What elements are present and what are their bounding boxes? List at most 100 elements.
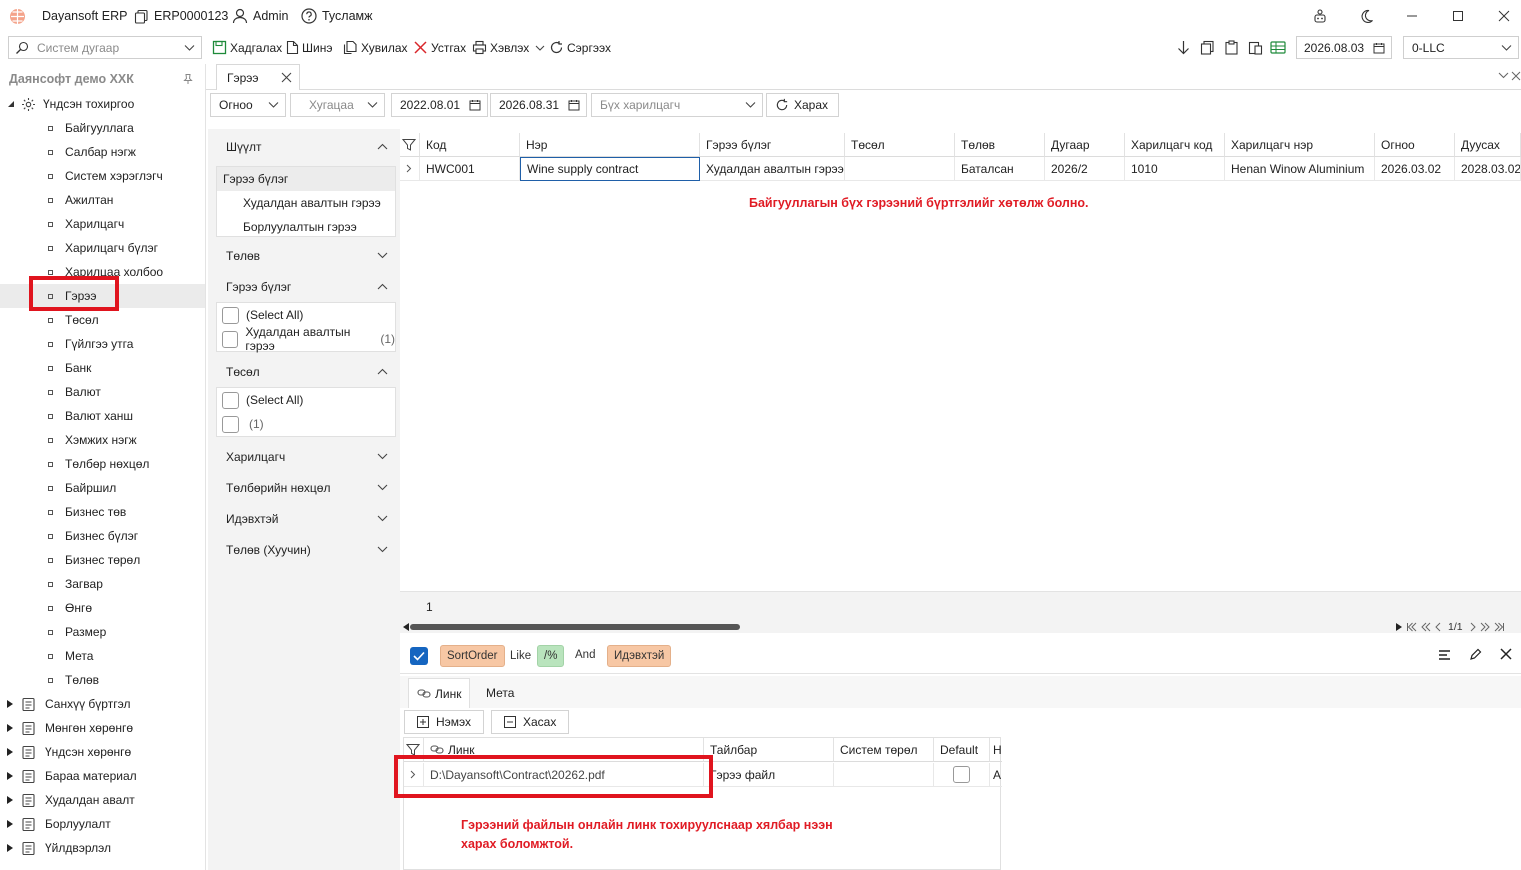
cell-project[interactable] bbox=[845, 157, 955, 181]
payment-terms-filter-header[interactable]: Төлбөрийн нөхцөл bbox=[216, 474, 396, 502]
copy-button[interactable]: Хувилах bbox=[343, 34, 408, 61]
sidebar-item[interactable]: Салбар нэгж bbox=[0, 140, 205, 164]
filter-conjunction[interactable]: And bbox=[569, 644, 601, 666]
sidebar-item[interactable]: Ажилтан bbox=[0, 188, 205, 212]
column-header-partner-name[interactable]: Харилцагч нэр bbox=[1225, 133, 1375, 157]
old-status-filter-header[interactable]: Төлөв (Хуучин) bbox=[216, 536, 396, 564]
cell-end-date[interactable]: 2028.03.02 bbox=[1455, 157, 1521, 181]
sidebar-module[interactable]: Санхүү бүртгэл bbox=[7, 692, 130, 716]
system-number-search[interactable]: Систем дугаар bbox=[8, 36, 202, 59]
column-header-number[interactable]: Дугаар bbox=[1045, 133, 1125, 157]
column-header-name[interactable]: Нэр bbox=[520, 133, 700, 157]
sidebar-item[interactable]: Валют bbox=[0, 380, 205, 404]
expand-row-button[interactable] bbox=[400, 157, 420, 181]
sidebar-module[interactable]: Үндсэн хөрөнгө bbox=[7, 740, 131, 764]
save-button[interactable]: Хадгалах bbox=[212, 34, 282, 61]
copy-docs-button[interactable] bbox=[1200, 34, 1218, 61]
sidebar-item[interactable]: Төлбөр нөхцөл bbox=[0, 452, 205, 476]
column-header-contract-group[interactable]: Гэрээ бүлэг bbox=[700, 133, 845, 157]
remove-link-button[interactable]: Хасах bbox=[491, 710, 569, 734]
contract-group-filter-header[interactable]: Гэрээ бүлэг bbox=[216, 273, 396, 301]
cell-date[interactable]: 2026.03.02 bbox=[1375, 157, 1455, 181]
refresh-button[interactable]: Сэргээх bbox=[549, 34, 611, 61]
tab-meta[interactable]: Мета bbox=[478, 678, 514, 708]
sidebar-item[interactable]: Харилцагч бүлэг bbox=[0, 236, 205, 260]
sidebar-item[interactable]: Төлөв bbox=[0, 668, 205, 692]
sidebar-item[interactable]: Размер bbox=[0, 620, 205, 644]
partner-select[interactable]: Бүх харилцагч bbox=[591, 93, 763, 117]
sidebar-module[interactable]: Худалдан авалт bbox=[7, 788, 135, 812]
sidebar-item[interactable]: Бизнес төв bbox=[0, 500, 205, 524]
close-button[interactable] bbox=[1481, 0, 1521, 32]
project-filter-header[interactable]: Төсөл bbox=[216, 358, 396, 386]
status-filter-header[interactable]: Төлөв bbox=[216, 242, 396, 270]
filter-field-active[interactable]: Идэвхтэй bbox=[607, 645, 672, 667]
sidebar-item[interactable]: Хэмжих нэгж bbox=[0, 428, 205, 452]
link-description-cell[interactable]: Гэрээ файл bbox=[704, 763, 834, 787]
sidebar-item[interactable]: Гүйлгээ утга bbox=[0, 332, 205, 356]
checkbox[interactable] bbox=[222, 330, 239, 348]
date-type-select[interactable]: Огноо bbox=[210, 93, 286, 117]
date-to-picker[interactable]: 2026.08.31 bbox=[490, 93, 587, 117]
active-filter-header[interactable]: Идэвхтэй bbox=[216, 505, 396, 533]
sidebar-item[interactable]: Харилцагч bbox=[0, 212, 205, 236]
horizontal-scrollbar[interactable]: 1/1 bbox=[400, 621, 1521, 633]
new-button[interactable]: Шинэ bbox=[286, 34, 332, 61]
user-menu[interactable]: Admin bbox=[232, 0, 288, 32]
checkbox[interactable] bbox=[222, 391, 239, 409]
help-button[interactable]: Тусламж bbox=[301, 0, 373, 32]
cg-select-all[interactable]: (Select All) bbox=[217, 303, 395, 327]
period-select[interactable]: Хугацаа bbox=[290, 93, 385, 117]
link-col-description[interactable]: Тайлбар bbox=[704, 738, 834, 762]
link-system-type-cell[interactable] bbox=[834, 763, 934, 787]
column-header-end-date[interactable]: Дуусах bbox=[1455, 133, 1521, 157]
sidebar-module[interactable]: Мөнгөн хөрөнгө bbox=[7, 716, 133, 740]
sidebar-item[interactable]: Байгууллага bbox=[0, 116, 205, 140]
excel-button[interactable] bbox=[1270, 34, 1289, 61]
column-header-partner-code[interactable]: Харилцагч код bbox=[1125, 133, 1225, 157]
group-option-purchase[interactable]: Худалдан авалтын гэрээ bbox=[217, 191, 395, 215]
cell-partner-code[interactable]: 1010 bbox=[1125, 157, 1225, 181]
sidebar-module[interactable]: Бараа материал bbox=[7, 764, 137, 788]
default-checkbox[interactable] bbox=[953, 766, 970, 783]
sidebar-item[interactable]: Бизнес бүлэг bbox=[0, 524, 205, 548]
group-option-sales[interactable]: Борлуулалтын гэрээ bbox=[217, 215, 395, 239]
cell-number[interactable]: 2026/2 bbox=[1045, 157, 1125, 181]
sidebar-module[interactable]: Борлуулалт bbox=[7, 812, 111, 836]
sidebar-item[interactable]: Бизнес төрөл bbox=[0, 548, 205, 572]
scrollbar-thumb[interactable] bbox=[410, 624, 740, 630]
tab-link[interactable]: Линк bbox=[408, 678, 470, 708]
cell-partner-name[interactable]: Henan Winow Aluminium bbox=[1225, 157, 1375, 181]
filter-enabled-checkbox[interactable] bbox=[410, 647, 428, 665]
maximize-button[interactable] bbox=[1435, 0, 1481, 32]
company-select[interactable]: 0-LLC bbox=[1403, 36, 1519, 59]
link-col-system-type[interactable]: Систем төрөл bbox=[834, 738, 934, 762]
column-header-status[interactable]: Төлөв bbox=[955, 133, 1045, 157]
sidebar-item[interactable]: Төсөл bbox=[0, 308, 205, 332]
print-button[interactable]: Хэвлэх bbox=[472, 34, 548, 61]
cg-option-purchase[interactable]: Худалдан авалтын гэрээ (1) bbox=[217, 325, 395, 353]
download-button[interactable] bbox=[1176, 34, 1194, 61]
checkbox[interactable] bbox=[222, 306, 239, 324]
view-button[interactable]: Харах bbox=[766, 93, 839, 117]
link-default-cell[interactable] bbox=[934, 763, 990, 787]
sidebar-item[interactable]: Систем хэрэглэгч bbox=[0, 164, 205, 188]
tree-root-basic-settings[interactable]: Үндсэн тохиргоо bbox=[7, 92, 134, 116]
app-code[interactable]: ERP0000123 bbox=[134, 0, 228, 32]
date-from-picker[interactable]: 2022.08.01 bbox=[391, 93, 488, 117]
theme-toggle[interactable] bbox=[1343, 0, 1389, 32]
tab-contract[interactable]: Гэрээ bbox=[216, 64, 300, 90]
cell-name[interactable]: Wine supply contract bbox=[520, 157, 700, 181]
sidebar-item[interactable]: Өнгө bbox=[0, 596, 205, 620]
sidebar-item[interactable]: Байршил bbox=[0, 476, 205, 500]
work-date-picker[interactable]: 2026.08.03 bbox=[1296, 36, 1392, 59]
filter-panel-header[interactable]: Шүүлт bbox=[216, 133, 396, 161]
partner-filter-header[interactable]: Харилцагч bbox=[216, 443, 396, 471]
minimize-button[interactable] bbox=[1389, 0, 1435, 32]
robot-button[interactable] bbox=[1297, 0, 1343, 32]
column-header-date[interactable]: Огноо bbox=[1375, 133, 1455, 157]
clipboard-button[interactable] bbox=[1224, 34, 1242, 61]
sidebar-item[interactable]: Банк bbox=[0, 356, 205, 380]
delete-button[interactable]: Устгах bbox=[413, 34, 466, 61]
column-header-project[interactable]: Төсөл bbox=[845, 133, 955, 157]
